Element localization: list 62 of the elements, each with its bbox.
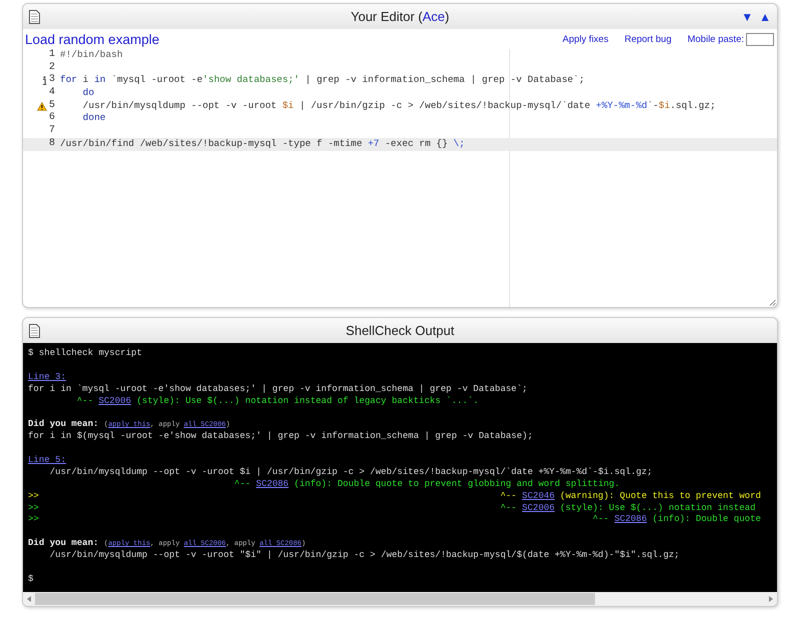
wiki-link[interactable]: SC2046: [522, 490, 555, 501]
style-message: >>: [28, 502, 39, 513]
panel-title: Your Editor (: [350, 9, 423, 24]
title-paren: ): [444, 9, 450, 24]
line-number: 5: [48, 100, 55, 112]
wiki-link[interactable]: SC2006: [522, 502, 555, 513]
load-example-link[interactable]: Load random example: [25, 32, 160, 46]
output-text: $ shellcheck myscript: [28, 347, 142, 358]
line-number: 1: [48, 49, 55, 62]
action-link[interactable]: Apply fixes: [562, 34, 608, 44]
info-message: ^--: [233, 478, 252, 489]
code-line: /usr/bin/mysqldump --opt -v -uroot $i | /usr/bin/gzip -c > /web/sites/!backup-mysql/`date +%Y-%m-%d`-$i.sql.gz;: [82, 100, 716, 112]
action-link[interactable]: Report bug: [624, 34, 672, 44]
line-number: 7: [48, 125, 55, 138]
warning-message: >>: [28, 490, 39, 501]
code-line: for i in `mysql -uroot -e'show databases;' | grep -v information_schema | grep -v Database`;: [60, 74, 585, 88]
line-number: 4: [48, 87, 55, 100]
output-label: Did you mean:: [28, 537, 100, 548]
info-message: (info): Double quote to prevent globbing and word splitting.: [293, 478, 620, 489]
output-label: Did you mean:: [28, 418, 100, 430]
wiki-link[interactable]: SC2086: [614, 513, 647, 524]
scroll-left-icon[interactable]: [27, 596, 31, 602]
info-icon: [42, 76, 47, 86]
resize-handle-icon[interactable]: [769, 299, 776, 306]
style-message: (style): Use $(...) notation instead: [559, 502, 756, 513]
horizontal-scrollbar[interactable]: [23, 592, 777, 606]
info-message: ^--: [592, 513, 610, 524]
line-number: 6: [48, 112, 55, 125]
code-line: done: [82, 112, 106, 126]
expand-button[interactable]: ▲: [759, 10, 771, 24]
info-message: >>: [28, 513, 39, 524]
output-text: $: [28, 572, 34, 584]
output-text: /usr/bin/mysqldump --opt -v -uroot $i | /usr/bin/gzip -c > /web/sites/!backup-mysql/`date +%Y-%m-%d`-$i.sql.gz;: [48, 466, 652, 477]
warning-message: (warning): Quote this to prevent word: [559, 490, 761, 501]
scroll-right-icon[interactable]: [769, 596, 773, 602]
warning-message: ^--: [499, 490, 518, 501]
wiki-link[interactable]: SC2086: [256, 478, 289, 489]
document-icon: [29, 324, 40, 338]
scrollbar-thumb[interactable]: [35, 593, 595, 605]
code-line: #!/bin/bash: [60, 49, 123, 62]
ace-link[interactable]: Ace: [422, 9, 445, 24]
line-number: 8: [48, 138, 55, 151]
document-icon: [29, 10, 40, 24]
mobile-paste-field[interactable]: [746, 32, 774, 46]
mobile-paste-label: Mobile paste:: [687, 34, 744, 44]
panel-title: ShellCheck Output: [346, 323, 454, 338]
wiki-link[interactable]: Line 5:: [28, 454, 66, 466]
output-text: /usr/bin/mysqldump --opt -v -uroot "$i" | /usr/bin/gzip -c > /web/sites/!backup-mysql/$(date +%Y-%m-%d)-"$i".sql.gz;: [48, 549, 680, 560]
style-message: (style): Use $(...) notation instead of legacy backticks `...`.: [136, 394, 479, 406]
style-message: ^--: [76, 394, 94, 406]
wiki-link[interactable]: SC2006: [98, 394, 132, 406]
style-message: ^--: [499, 502, 518, 513]
output-text: for i in `mysql -uroot -e'show databases;' | grep -v information_schema | grep -v Database`;: [28, 382, 528, 394]
line-number: 2: [48, 62, 55, 74]
output-text: for i in $(mysql -uroot -e'show databases;' | grep -v information_schema | grep -v Database);: [28, 430, 533, 442]
warning-icon: [36, 102, 47, 111]
collapse-button[interactable]: ▼: [741, 10, 754, 24]
wiki-link[interactable]: Line 3:: [28, 370, 66, 382]
code-line: do: [82, 87, 94, 100]
info-message: (info): Double quote: [651, 513, 761, 524]
code-line: /usr/bin/find /web/sites/!backup-mysql -type f -mtime +7 -exec rm {} \;: [60, 138, 465, 150]
line-number: 3: [48, 74, 55, 87]
